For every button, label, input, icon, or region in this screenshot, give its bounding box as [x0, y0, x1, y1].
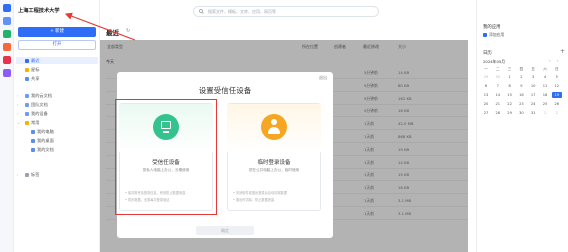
calendar-day[interactable]: 29	[481, 74, 491, 80]
calendar-day[interactable]: 5	[552, 74, 562, 80]
calendar-day[interactable]: 19	[551, 92, 562, 98]
calendar-day[interactable]: 2	[552, 110, 562, 116]
calendar-weekday: 一	[484, 67, 488, 71]
calendar-day[interactable]: 13	[481, 92, 491, 98]
calendar-day[interactable]: 31	[528, 110, 538, 116]
calendar-day[interactable]: 15	[505, 92, 515, 98]
calendar-weekday: 日	[555, 67, 559, 71]
calendar-day[interactable]: 11	[540, 83, 550, 89]
calendar-day[interactable]: 9	[516, 83, 526, 89]
calendar-day[interactable]: 7	[493, 83, 503, 89]
right-panel: 我的应用 添加应用 日历 + 2024年05月 ‹ › 一二三四五六日 29 30 1…	[476, 0, 568, 252]
calendar-day[interactable]: 27	[481, 110, 491, 116]
calendar-day[interactable]: 25	[540, 101, 550, 107]
calendar-weekday: 六	[543, 67, 547, 71]
calendar-day[interactable]: 1	[505, 74, 515, 80]
add-app-link[interactable]: 添加应用	[489, 32, 504, 38]
calendar-day[interactable]: 20	[481, 101, 491, 107]
calendar-grid: 一二三四五六日 29 30 1 2 3 4 5 6 7 8 9 10 11 12 13 14 15 16 17 18 19…	[481, 66, 565, 122]
calendar-day[interactable]: 24	[528, 101, 538, 107]
calendar-day[interactable]: 3	[528, 74, 538, 80]
calendar-weekday: 三	[507, 67, 512, 71]
calendar-day[interactable]: 18	[540, 92, 550, 98]
annotation-arrow	[64, 12, 136, 41]
calendar-day[interactable]: 8	[505, 83, 515, 89]
calendar-day[interactable]: 29	[505, 110, 515, 116]
my-apps-title: 我的应用	[483, 25, 501, 30]
calendar-day[interactable]: 4	[540, 74, 550, 80]
next-month-icon[interactable]: ›	[557, 58, 559, 63]
calendar-day[interactable]: 26	[552, 101, 562, 107]
calendar-day[interactable]: 30	[516, 110, 526, 116]
calendar-day[interactable]: 12	[552, 83, 562, 89]
calendar-month[interactable]: 2024年05月	[483, 59, 505, 65]
add-event-icon[interactable]: +	[560, 48, 565, 55]
calendar-day[interactable]: 17	[528, 92, 538, 98]
calendar-day[interactable]: 6	[481, 83, 491, 89]
calendar-day[interactable]: 16	[516, 92, 526, 98]
calendar-day[interactable]: 1	[540, 110, 550, 116]
calendar-weekday: 五	[531, 67, 535, 71]
calendar-day[interactable]: 30	[493, 74, 503, 80]
prev-month-icon[interactable]: ‹	[549, 58, 551, 63]
calendar-day[interactable]: 10	[528, 83, 538, 89]
calendar-day[interactable]: 14	[493, 92, 503, 98]
calendar-weekday: 四	[519, 67, 524, 71]
calendar-weekday: 二	[496, 67, 500, 71]
calendar-day[interactable]: 21	[493, 101, 503, 107]
calendar-title: 日历	[483, 51, 492, 56]
calendar-day[interactable]: 23	[516, 101, 526, 107]
add-app-icon[interactable]	[483, 33, 487, 37]
calendar-day[interactable]: 22	[505, 101, 515, 107]
calendar-day[interactable]: 28	[493, 110, 503, 116]
calendar-day[interactable]: 2	[516, 74, 526, 80]
